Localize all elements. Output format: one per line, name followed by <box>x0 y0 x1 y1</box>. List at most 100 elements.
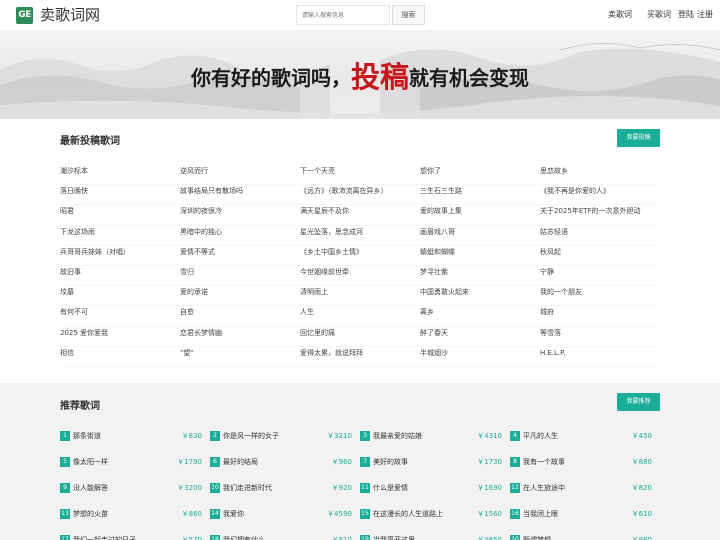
nav-register[interactable]: 注册 <box>697 9 713 20</box>
latest-lyric-link[interactable]: 爱得太累，就说拜拜 <box>300 347 363 359</box>
recommend-lyric-link[interactable]: 当我离开这里 <box>373 534 415 540</box>
latest-lyric-link[interactable]: 宁静 <box>540 266 554 278</box>
recommend-lyric-link[interactable]: 我最亲爱的姑娘 <box>373 430 422 442</box>
recommend-lyric-link[interactable]: 所谓梦想 <box>523 534 551 540</box>
recommend-lyric-link[interactable]: 我们走进新时代 <box>223 482 272 494</box>
recommend-lyric-link[interactable]: 我们一起走过的日子 <box>73 534 136 540</box>
recommend-lyric-link[interactable]: 我们拥有什么 <box>223 534 265 540</box>
recommend-item[interactable]: 5 像太阳一样 ￥1790 <box>60 455 202 475</box>
latest-lyric-link[interactable]: 姑苏轻语 <box>540 226 568 238</box>
submit-lyrics-button[interactable]: 我要投稿 <box>617 129 660 147</box>
latest-lyric-link[interactable]: H.E.L.P. <box>540 347 566 359</box>
nav-sell-lyrics[interactable]: 卖歌词 <box>608 9 632 20</box>
search-button[interactable]: 搜索 <box>392 5 425 25</box>
recommend-item[interactable]: 14 我爱你 ￥4590 <box>210 507 352 527</box>
recommend-lyrics-button[interactable]: 我要推荐 <box>617 393 660 411</box>
latest-lyric-link[interactable]: 下龙这场雨 <box>60 226 95 238</box>
recommend-item[interactable]: 8 我有一个故事 ￥880 <box>510 455 652 475</box>
recommend-item[interactable]: 20 所谓梦想 ￥980 <box>510 533 652 540</box>
recommend-lyric-link[interactable]: 你是风一样的女子 <box>223 430 279 442</box>
recommend-lyric-link[interactable]: 在这漫长的人生道路上 <box>373 508 443 520</box>
latest-lyric-link[interactable]: 《远方》（歌沛流离在异乡） <box>300 185 388 197</box>
latest-lyric-link[interactable]: 爱情不等式 <box>180 246 215 258</box>
search-input[interactable] <box>296 5 390 25</box>
latest-lyric-link[interactable]: 中国勇敢火起来 <box>420 286 469 298</box>
latest-lyric-link[interactable]: 爱的承诺 <box>180 286 208 298</box>
latest-lyric-link[interactable]: 等雪落 <box>540 327 561 339</box>
latest-lyric-link[interactable]: 自愈 <box>180 306 194 318</box>
latest-lyric-link[interactable]: 醉了春天 <box>420 327 448 339</box>
latest-lyric-link[interactable]: 潮汐标本 <box>60 165 88 177</box>
recommend-item[interactable]: 15 在这漫长的人生道路上 ￥1560 <box>360 507 502 527</box>
latest-lyric-link[interactable]: "望" <box>180 347 193 359</box>
latest-lyric-link[interactable]: 回忆里的痛 <box>300 327 335 339</box>
latest-lyric-link[interactable]: 《我不再是你爱的人》 <box>540 185 610 197</box>
nav-buy-lyrics[interactable]: 买歌词 <box>647 9 671 20</box>
latest-lyric-link[interactable]: 黑暗中的独心 <box>180 226 222 238</box>
latest-lyric-link[interactable]: 深圳的夜很冷 <box>180 205 222 217</box>
latest-lyric-link[interactable]: 蜻蜓和蝴蝶 <box>420 246 455 258</box>
latest-lyric-link[interactable]: 半城烟沙 <box>420 347 448 359</box>
latest-lyric-link[interactable]: 相信 <box>60 347 74 359</box>
latest-lyric-link[interactable]: 城府 <box>540 306 554 318</box>
latest-lyric-link[interactable]: 星光坠落，思念成河 <box>300 226 363 238</box>
recommend-item[interactable]: 16 当我闭上眼 ￥610 <box>510 507 652 527</box>
latest-lyric-link[interactable]: 《乡土中国乡土情》 <box>300 246 363 258</box>
latest-lyric-link[interactable]: 恋君长梦情幽 <box>180 327 222 339</box>
recommend-item[interactable]: 18 我们拥有什么 ￥810 <box>210 533 352 540</box>
latest-lyric-link[interactable]: 离乡 <box>420 306 434 318</box>
latest-lyric-link[interactable]: 画眉戏八哥 <box>420 226 455 238</box>
latest-lyric-link[interactable]: 秋风起 <box>540 246 561 258</box>
latest-lyric-link[interactable]: 落日晚侠 <box>60 185 88 197</box>
recommend-lyric-link[interactable]: 什么是爱情 <box>373 482 408 494</box>
recommend-lyric-link[interactable]: 最好的结局 <box>223 456 258 468</box>
recommend-item[interactable]: 10 我们走进新时代 ￥920 <box>210 481 352 501</box>
latest-lyric-link[interactable]: 今世姻缘前世牵 <box>300 266 349 278</box>
latest-lyric-link[interactable]: 思恋故乡 <box>540 165 568 177</box>
recommend-item[interactable]: 13 梦想的火苗 ￥860 <box>60 507 202 527</box>
recommend-item[interactable]: 19 当我离开这里 ￥4650 <box>360 533 502 540</box>
recommend-item[interactable]: 7 美好的故事 ￥1730 <box>360 455 502 475</box>
latest-lyric-link[interactable]: 兵哥哥兵妹妹（对唱） <box>60 246 130 258</box>
recommend-item[interactable]: 1 那条街道 ￥830 <box>60 429 202 449</box>
recommend-lyric-link[interactable]: 我爱你 <box>223 508 244 520</box>
latest-lyric-link[interactable]: 满天星辰不及你 <box>300 205 349 217</box>
latest-lyric-link[interactable]: 爱的故事上集 <box>420 205 462 217</box>
latest-lyric-link[interactable]: 坟墓 <box>60 286 74 298</box>
recommend-item[interactable]: 9 没人能解答 ￥3200 <box>60 481 202 501</box>
latest-lyric-link[interactable]: 梦寻壮紫 <box>420 266 448 278</box>
recommend-lyric-link[interactable]: 那条街道 <box>73 430 101 442</box>
recommend-item[interactable]: 3 我最亲爱的姑娘 ￥4310 <box>360 429 502 449</box>
site-logo[interactable]: GE <box>16 7 33 24</box>
recommend-lyric-link[interactable]: 没人能解答 <box>73 482 108 494</box>
recommend-lyric-link[interactable]: 梦想的火苗 <box>73 508 108 520</box>
nav-login[interactable]: 登陆 <box>678 9 694 20</box>
latest-lyric-link[interactable]: 故旧事 <box>60 266 81 278</box>
recommend-lyric-link[interactable]: 美好的故事 <box>373 456 408 468</box>
latest-lyric-link[interactable]: 下一个天亮 <box>300 165 335 177</box>
latest-lyric-link[interactable]: 2025 爱你爱我 <box>60 327 108 339</box>
latest-lyric-link[interactable]: 三生石三生路 <box>420 185 462 197</box>
recommend-lyric-link[interactable]: 我有一个故事 <box>523 456 565 468</box>
latest-lyric-link[interactable]: 关于2025年ETF的一次意外胆动 <box>540 205 641 217</box>
recommend-item[interactable]: 6 最好的结局 ￥960 <box>210 455 352 475</box>
latest-lyric-link[interactable]: 昭君 <box>60 205 74 217</box>
recommend-lyric-link[interactable]: 像太阳一样 <box>73 456 108 468</box>
recommend-item[interactable]: 12 在人生旅途中 ￥820 <box>510 481 652 501</box>
latest-lyric-link[interactable]: 雪归 <box>180 266 194 278</box>
latest-lyric-link[interactable]: 我的一个朋友 <box>540 286 582 298</box>
recommend-lyric-link[interactable]: 当我闭上眼 <box>523 508 558 520</box>
latest-lyric-link[interactable]: 清明雨上 <box>300 286 328 298</box>
recommend-lyric-link[interactable]: 平凡的人生 <box>523 430 558 442</box>
recommend-item[interactable]: 4 平凡的人生 ￥450 <box>510 429 652 449</box>
recommend-lyric-link[interactable]: 在人生旅途中 <box>523 482 565 494</box>
latest-lyric-link[interactable]: 想你了 <box>420 165 441 177</box>
site-name[interactable]: 卖歌词网 <box>40 5 100 25</box>
latest-lyric-link[interactable]: 人生 <box>300 306 314 318</box>
recommend-item[interactable]: 11 什么是爱情 ￥1690 <box>360 481 502 501</box>
latest-lyric-link[interactable]: 故事结局只有散场吗 <box>180 185 243 197</box>
recommend-item[interactable]: 2 你是风一样的女子 ￥3210 <box>210 429 352 449</box>
latest-lyric-link[interactable]: 逆风而行 <box>180 165 208 177</box>
latest-lyric-link[interactable]: 有何不可 <box>60 306 88 318</box>
recommend-item[interactable]: 17 我们一起走过的日子 ￥570 <box>60 533 202 540</box>
